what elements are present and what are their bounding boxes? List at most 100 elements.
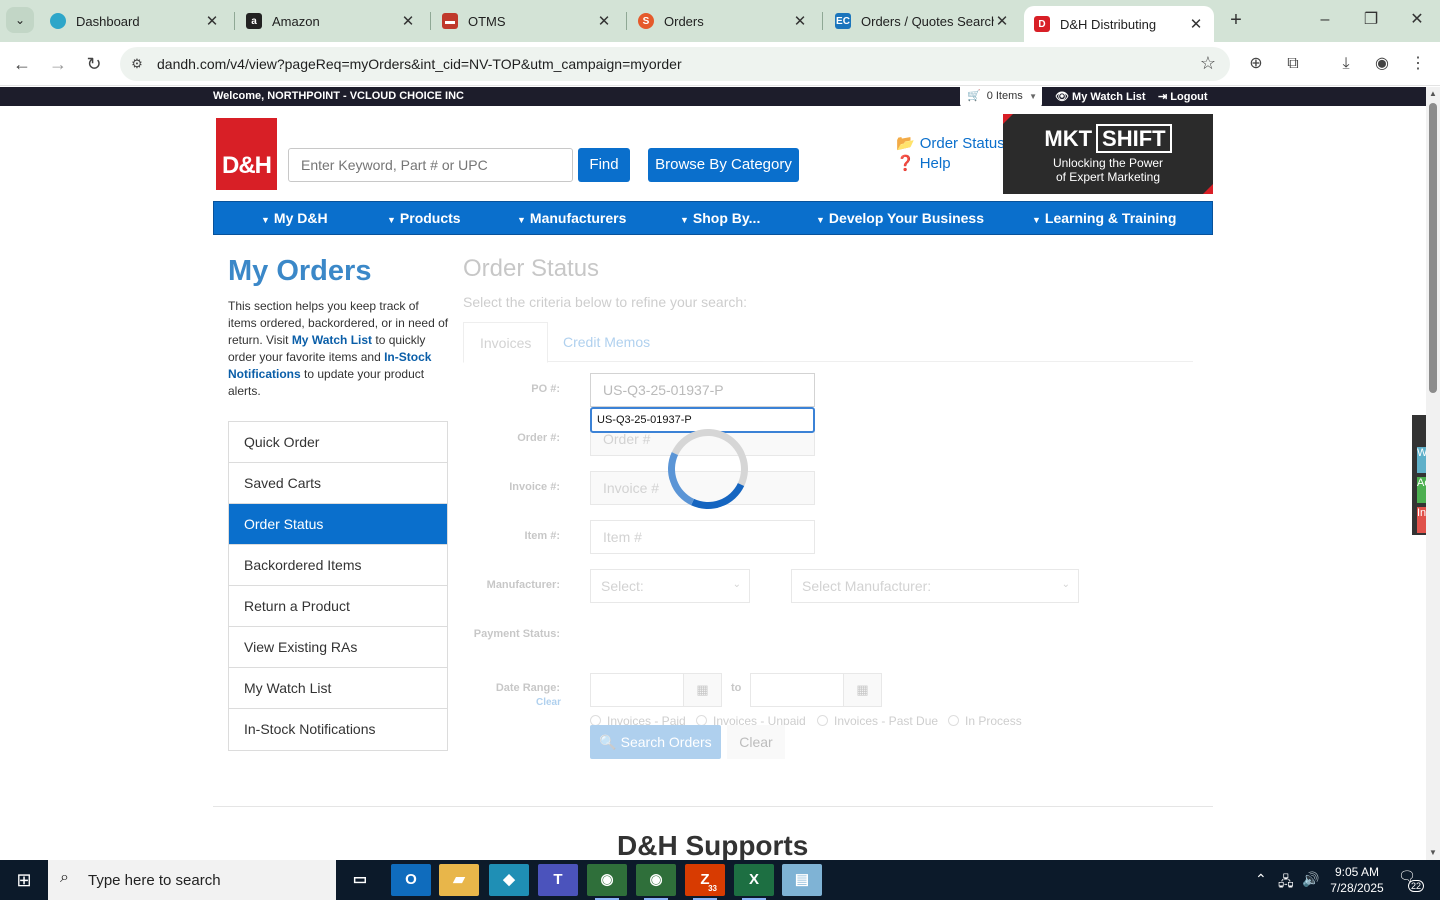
date-from-input[interactable]: ▦ — [590, 673, 722, 707]
teams-icon[interactable]: T — [538, 864, 578, 896]
calendar-icon[interactable]: ▦ — [683, 674, 721, 706]
sidebar-item-my-watch-list[interactable]: My Watch List — [229, 668, 447, 709]
side-widget-item[interactable]: Ac — [1417, 477, 1426, 503]
restore-icon[interactable]: ❐ — [1356, 8, 1386, 32]
nav-shop-by[interactable]: ▼ Shop By... — [680, 210, 760, 226]
network-icon[interactable]: 🖧 — [1278, 871, 1294, 895]
forward-icon[interactable]: → — [46, 52, 70, 76]
page-scrollbar[interactable]: ▲ ▼ — [1426, 87, 1440, 860]
order-status-form: Order Status Select the criteria below t… — [463, 252, 1193, 772]
window-close-icon[interactable]: ✕ — [1402, 8, 1432, 32]
dh-icon: D — [1034, 16, 1050, 32]
site-info-icon[interactable]: ⚙ — [128, 55, 146, 73]
notepad-icon[interactable]: ▤ — [782, 864, 822, 896]
sidebar-item-backordered-items[interactable]: Backordered Items — [229, 545, 447, 586]
sidebar-item-return-a-product[interactable]: Return a Product — [229, 586, 447, 627]
dh-logo[interactable]: D&H — [216, 118, 277, 190]
tab-dh-distributing[interactable]: D D&H Distributing ✕ — [1024, 6, 1214, 42]
cart-button[interactable]: 🛒 0 Items ▼ — [960, 87, 1042, 107]
tab-invoices[interactable]: Invoices — [463, 322, 549, 363]
search-input[interactable] — [288, 148, 573, 182]
new-tab-button[interactable]: + — [1224, 8, 1248, 32]
excel-icon[interactable]: X — [734, 864, 774, 900]
tab-amazon[interactable]: a Amazon ✕ — [236, 6, 426, 36]
menu-kebab-icon[interactable]: ⋮ — [1407, 53, 1429, 75]
hexagon-icon — [50, 13, 66, 29]
sidebar-item-view-existing-ras[interactable]: View Existing RAs — [229, 627, 447, 668]
date-to-input[interactable]: ▦ — [750, 673, 882, 707]
chrome-profile-icon[interactable]: ◉ — [636, 864, 676, 900]
close-icon[interactable]: ✕ — [1188, 15, 1204, 33]
address-bar[interactable]: ⚙ dandh.com/v4/view?pageReq=myOrders&int… — [120, 47, 1230, 81]
tray-chevron-icon[interactable]: ⌃ — [1255, 871, 1267, 888]
manufacturer-select[interactable]: Select Manufacturer: ⌄ — [791, 569, 1079, 603]
order-status-link[interactable]: 📂 Order Status — [896, 134, 1005, 152]
item-number-input[interactable] — [590, 520, 815, 554]
close-icon[interactable]: ✕ — [994, 12, 1010, 30]
task-view-icon[interactable]: ▭ — [340, 864, 380, 896]
profile-icon[interactable]: ◉ — [1371, 53, 1393, 75]
calendar-icon[interactable]: ▦ — [843, 674, 881, 706]
download-icon[interactable]: ⤓ — [1335, 53, 1357, 75]
taskbar-clock[interactable]: 9:05 AM 7/28/2025 — [1326, 864, 1388, 896]
watch-list-inline-link[interactable]: My Watch List — [292, 333, 372, 347]
nav-manufacturers[interactable]: ▼ Manufacturers — [517, 210, 626, 226]
side-widget-item[interactable]: In — [1417, 507, 1426, 533]
reload-icon[interactable]: ↻ — [82, 52, 106, 76]
date-to-label: to — [731, 682, 742, 694]
tab-search-button[interactable]: ⌄ — [6, 7, 34, 33]
tab-otms[interactable]: ▬ OTMS ✕ — [432, 6, 622, 36]
mktshift-banner[interactable]: MKT SHIFT Unlocking the Power of Expert Ma… — [1003, 114, 1213, 194]
notification-icon[interactable]: 🗨 22 — [1398, 868, 1424, 892]
nav-develop-your-business[interactable]: ▼ Develop Your Business — [816, 210, 984, 226]
app-hexagon-icon[interactable]: ◆ — [489, 864, 529, 896]
help-link[interactable]: ❓ Help — [896, 154, 951, 172]
logout-icon: ⇥ — [1158, 91, 1171, 103]
sidebar-item-order-status[interactable]: Order Status — [229, 504, 447, 545]
tab-dashboard[interactable]: Dashboard ✕ — [40, 6, 230, 36]
browse-by-category-button[interactable]: Browse By Category — [648, 148, 799, 182]
date-clear-link[interactable]: Clear — [536, 697, 561, 708]
sidebar-item-quick-order[interactable]: Quick Order — [229, 422, 447, 463]
radio-invoices-past-due[interactable]: Invoices - Past Due — [817, 714, 938, 728]
close-icon[interactable]: ✕ — [204, 12, 220, 30]
scroll-down-icon[interactable]: ▼ — [1426, 846, 1440, 860]
radio-in-process[interactable]: In Process — [948, 714, 1022, 728]
nav-my-dh[interactable]: ▼ My D&H — [261, 210, 328, 226]
tab-credit-memos[interactable]: Credit Memos — [547, 322, 666, 363]
sidebar-item-instock-notifications[interactable]: In-Stock Notifications — [229, 709, 447, 750]
translate-icon[interactable]: ⊕ — [1245, 53, 1267, 75]
close-icon[interactable]: ✕ — [400, 12, 416, 30]
find-button[interactable]: Find — [578, 148, 630, 182]
bookmark-star-icon[interactable]: ☆ — [1200, 53, 1216, 74]
search-orders-button[interactable]: 🔍 Search Orders — [590, 725, 721, 759]
volume-icon[interactable]: 🔊 — [1302, 871, 1319, 888]
back-icon[interactable]: ← — [10, 52, 34, 76]
nav-products[interactable]: ▼ Products — [387, 210, 461, 226]
windows-start-icon[interactable]: ⊞ — [0, 860, 48, 900]
outlook-icon[interactable]: O — [391, 864, 431, 896]
close-icon[interactable]: ✕ — [596, 12, 612, 30]
nav-learning-training[interactable]: ▼ Learning & Training — [1032, 210, 1176, 226]
taskbar-search[interactable]: ⌕ Type here to search — [48, 860, 336, 900]
caret-down-icon: ▼ — [517, 215, 526, 225]
po-label: PO #: — [531, 383, 560, 395]
logout-link[interactable]: ⇥ Logout — [1158, 90, 1208, 103]
side-widget-item[interactable]: W — [1417, 447, 1426, 473]
clear-button[interactable]: Clear — [727, 725, 785, 759]
tab-orders[interactable]: S Orders ✕ — [628, 6, 818, 36]
extensions-icon[interactable]: ⧉ — [1282, 53, 1304, 75]
close-icon[interactable]: ✕ — [792, 12, 808, 30]
manufacturer-type-select[interactable]: Select: ⌄ — [590, 569, 750, 603]
zoho-icon[interactable]: Z 33 — [685, 864, 725, 900]
scrollbar-thumb[interactable] — [1429, 103, 1437, 393]
tab-orders-quotes-search[interactable]: EC Orders / Quotes Search ✕ — [825, 6, 1020, 36]
minimize-icon[interactable]: – — [1310, 8, 1340, 32]
watch-list-link[interactable]: 👁 My Watch List — [1055, 90, 1146, 103]
chrome-icon[interactable]: ◉ — [587, 864, 627, 900]
scroll-up-icon[interactable]: ▲ — [1426, 87, 1440, 101]
folder-icon: 📂 — [896, 135, 915, 152]
sidebar-item-saved-carts[interactable]: Saved Carts — [229, 463, 447, 504]
file-explorer-icon[interactable]: ▰ — [439, 864, 479, 896]
po-number-input[interactable]: US-Q3-25-01937-P — [590, 373, 815, 407]
